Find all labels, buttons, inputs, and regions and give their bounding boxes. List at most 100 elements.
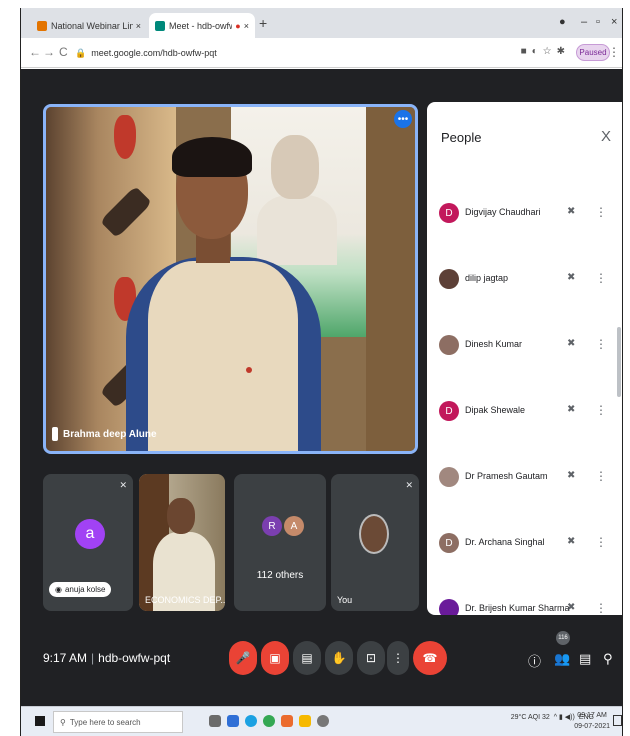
tray-icons[interactable]: ^ ▮ ◀)) xyxy=(554,713,575,721)
mic-off-icon: 🎤 xyxy=(235,651,251,665)
participant-row[interactable]: Dinesh Kumar ✖ ⋮ xyxy=(427,319,622,385)
participant-name: Digvijay Chaudhari xyxy=(465,207,541,217)
mic-off-icon: ✕ xyxy=(119,480,127,490)
participant-row[interactable]: D Dr. Archana Singhal ✖ ⋮ xyxy=(427,517,622,583)
browser-tab-strip: National Webinar Link 9-7-2021 × Meet - … xyxy=(21,8,622,38)
people-scrollbar[interactable] xyxy=(617,327,621,397)
self-name: You xyxy=(337,595,353,605)
more-options-icon[interactable]: ⋮ xyxy=(595,601,607,615)
taskbar-search-input[interactable]: ⚲ Type here to search xyxy=(53,711,183,733)
avatar: a xyxy=(75,519,105,549)
more-options-icon[interactable]: ⋮ xyxy=(595,469,607,483)
more-options-icon[interactable]: ⋮ xyxy=(595,271,607,285)
browser-menu-icon[interactable]: ⋮ xyxy=(608,45,620,59)
more-options-icon[interactable]: ⋮ xyxy=(595,403,607,417)
office-icon[interactable] xyxy=(281,715,293,727)
browser-tab-webinar[interactable]: National Webinar Link 9-7-2021 × xyxy=(31,13,147,38)
minimize-icon[interactable]: – xyxy=(581,16,587,28)
more-options-icon[interactable]: ⋮ xyxy=(595,535,607,549)
poster-figure xyxy=(257,195,337,265)
speaker-vest xyxy=(148,261,298,451)
others-tile[interactable]: R A 112 others xyxy=(234,474,326,611)
camera-toggle-button[interactable]: ▣ xyxy=(261,641,289,675)
more-options-button[interactable]: ⋮ xyxy=(387,641,409,675)
activities-icon[interactable]: ⚲ xyxy=(603,651,613,667)
pin-icon[interactable] xyxy=(52,427,58,441)
browser-nav-bar: ← → C 🔒 meet.google.com/hdb-owfw-pqt ■◐☆… xyxy=(21,38,622,68)
more-options-icon[interactable]: ⋮ xyxy=(595,205,607,219)
weather-text[interactable]: 29°C AQI 32 xyxy=(511,714,550,721)
recording-dot-icon: ● xyxy=(235,20,241,31)
windows-start-icon[interactable] xyxy=(35,716,45,726)
close-tab-icon[interactable]: × xyxy=(244,21,249,31)
taskbar-clock[interactable]: 09:17 AM 09-07-2021 xyxy=(574,710,610,732)
people-panel-title: People xyxy=(441,130,482,145)
url-text: meet.google.com/hdb-owfw-pqt xyxy=(91,48,217,58)
reload-icon[interactable]: C xyxy=(59,45,68,59)
poster-face xyxy=(271,135,319,199)
task-view-icon[interactable] xyxy=(209,715,221,727)
settings-icon[interactable] xyxy=(317,715,329,727)
back-icon[interactable]: ← xyxy=(29,45,41,59)
info-icon[interactable]: ⓘ xyxy=(528,651,541,670)
tile-options-icon[interactable]: ••• xyxy=(394,110,412,128)
avatar: A xyxy=(284,516,304,536)
participant-row[interactable]: Dr. Brijesh Kumar Sharma ✖ ⋮ xyxy=(427,583,622,615)
meet-favicon-icon xyxy=(155,20,165,31)
chat-icon[interactable]: ▤ xyxy=(579,651,591,667)
app-icon[interactable] xyxy=(299,715,311,727)
self-tile[interactable]: ✕ You xyxy=(331,474,419,611)
mic-off-icon: ✖ xyxy=(567,206,576,217)
browser-tab-meet[interactable]: Meet - hdb-owfw-pqt ● × xyxy=(149,13,255,38)
webinar-favicon-icon xyxy=(37,20,47,31)
edge-icon[interactable] xyxy=(245,715,257,727)
mic-toggle-button[interactable]: 🎤 xyxy=(229,641,257,675)
close-tab-icon[interactable]: × xyxy=(136,21,141,31)
others-count: 112 others xyxy=(256,570,304,581)
people-icon[interactable]: 👥 xyxy=(554,651,570,667)
participant-row[interactable]: D Dipak Shewale ✖ ⋮ xyxy=(427,385,622,451)
people-panel: People X D Digvijay Chaudhari ✖ ⋮ dilip … xyxy=(427,102,622,615)
avatar-stack: R A xyxy=(262,516,304,536)
participant-face xyxy=(167,498,195,534)
mic-off-icon: ✕ xyxy=(405,480,413,490)
participant-row[interactable]: Dr Pramesh Gautam ✖ ⋮ xyxy=(427,451,622,517)
account-icon[interactable]: ● xyxy=(559,16,566,28)
wall-decoration xyxy=(114,115,136,159)
participant-name: anuja kolse xyxy=(64,585,106,594)
close-panel-icon[interactable]: X xyxy=(601,128,611,145)
hang-up-icon: ☎ xyxy=(422,651,438,665)
new-tab-icon[interactable]: + xyxy=(259,15,267,31)
active-speaker-tile[interactable]: Brahma deep Alune ••• xyxy=(43,104,418,454)
explorer-icon[interactable] xyxy=(227,715,239,727)
maximize-icon[interactable]: ▫ xyxy=(596,16,600,28)
participant-tile[interactable]: ECONOMICS DEP... xyxy=(139,474,225,611)
toolbar-icons[interactable]: ■◐☆✱ xyxy=(521,46,570,57)
leave-call-button[interactable]: ☎ xyxy=(413,641,447,675)
participant-name-chip: ◉ anuja kolse xyxy=(49,582,112,597)
raise-hand-button[interactable]: ✋ xyxy=(325,641,353,675)
lock-icon: 🔒 xyxy=(75,47,87,58)
search-icon: ⚲ xyxy=(60,717,66,727)
address-bar[interactable]: 🔒 meet.google.com/hdb-owfw-pqt xyxy=(75,43,545,63)
captions-button[interactable]: ▤ xyxy=(293,641,321,675)
notification-icon[interactable] xyxy=(613,715,622,726)
profile-label: Paused xyxy=(579,48,607,57)
speaker-name: Brahma deep Alune xyxy=(63,428,157,440)
participant-tile[interactable]: ✕ a ◉ anuja kolse xyxy=(43,474,133,611)
user-icon: ◉ xyxy=(55,585,62,594)
mic-off-icon: ✖ xyxy=(567,602,576,613)
chrome-icon[interactable] xyxy=(263,715,275,727)
participant-list: D Digvijay Chaudhari ✖ ⋮ dilip jagtap ✖ … xyxy=(427,187,622,615)
participant-row[interactable]: dilip jagtap ✖ ⋮ xyxy=(427,253,622,319)
clock-date: 09-07-2021 xyxy=(574,723,610,730)
forward-icon[interactable]: → xyxy=(43,45,55,59)
participant-row[interactable]: D Digvijay Chaudhari ✖ ⋮ xyxy=(427,187,622,253)
profile-button[interactable]: Paused xyxy=(576,44,610,61)
self-video xyxy=(359,514,389,554)
present-button[interactable]: ⊡ xyxy=(357,641,385,675)
more-options-icon[interactable]: ⋮ xyxy=(595,337,607,351)
close-window-icon[interactable]: × xyxy=(611,16,617,28)
participant-count-badge: 116 xyxy=(556,631,570,645)
captions-icon: ▤ xyxy=(301,651,313,665)
